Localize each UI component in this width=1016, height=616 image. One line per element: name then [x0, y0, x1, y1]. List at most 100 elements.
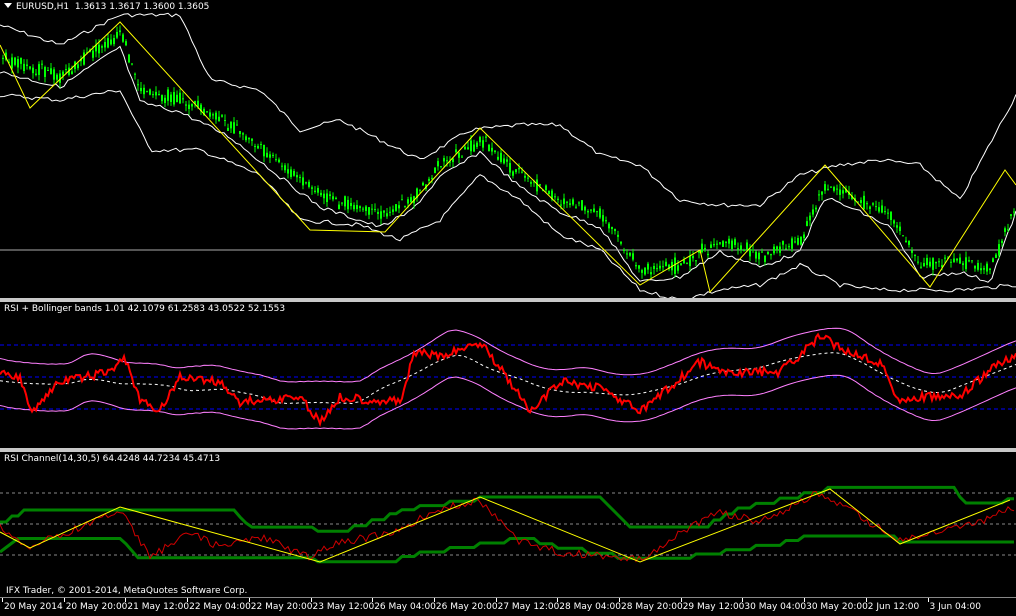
- candle-body: [731, 240, 733, 249]
- candle-body: [875, 206, 877, 208]
- candle-body: [461, 156, 463, 158]
- candle-body: [641, 270, 643, 273]
- candle-body: [662, 266, 664, 268]
- candle-body: [233, 122, 235, 134]
- candle-body: [308, 181, 310, 187]
- candle-body: [317, 187, 319, 193]
- candle-body: [53, 69, 55, 80]
- candle-body: [815, 207, 817, 210]
- candle-body: [254, 145, 256, 147]
- candle-body: [38, 64, 40, 75]
- candle-body: [83, 52, 85, 65]
- candle-body: [65, 69, 67, 71]
- candle-body: [677, 265, 679, 271]
- candle-body: [338, 204, 340, 210]
- candle-body: [71, 71, 73, 75]
- candle-body: [620, 241, 622, 244]
- candle-body: [158, 93, 160, 95]
- candle-body: [515, 169, 517, 173]
- candle-body: [14, 57, 16, 65]
- candle-body: [746, 242, 748, 250]
- candle-body: [503, 158, 505, 164]
- dropdown-triangle-icon[interactable]: [4, 3, 12, 8]
- candle-body: [17, 59, 19, 68]
- candle-body: [950, 261, 952, 263]
- candle-body: [920, 266, 922, 268]
- candle-body: [161, 95, 163, 102]
- price-chart-canvas: [0, 12, 1016, 298]
- candle-body: [224, 119, 226, 121]
- rsi-bollinger-pane[interactable]: RSI + Bollinger bands 1.01 42.1079 61.25…: [0, 302, 1016, 448]
- time-axis-tick: [680, 598, 682, 602]
- candle-body: [887, 212, 889, 214]
- zigzag-line: [0, 21, 1016, 294]
- candle-body: [557, 198, 559, 200]
- candle-body: [323, 193, 325, 199]
- candle-body: [632, 253, 634, 260]
- price-chart-pane[interactable]: EURUSD,H1 1.3613 1.3617 1.3600 1.3605: [0, 0, 1016, 298]
- candle-body: [1001, 240, 1003, 243]
- candle-body: [356, 204, 358, 210]
- candle-body: [569, 203, 571, 205]
- candle-body: [968, 260, 970, 262]
- candle-body: [263, 144, 265, 157]
- candle-body: [962, 263, 964, 266]
- time-axis-label: 30 May 04:00: [744, 602, 807, 612]
- copyright-text: IFX Trader, © 2001-2014, MetaQuotes Soft…: [6, 586, 248, 596]
- candle-body: [335, 197, 337, 199]
- candle-body: [623, 249, 625, 251]
- candle-body: [998, 244, 1000, 256]
- candle-body: [563, 198, 565, 205]
- time-axis-tick: [557, 598, 559, 602]
- candle-body: [935, 261, 937, 264]
- candle-body: [284, 165, 286, 171]
- candle-body: [593, 208, 595, 212]
- candle-body: [485, 136, 487, 138]
- candle-body: [596, 211, 598, 213]
- time-axis-tick: [2, 598, 3, 602]
- candle-body: [521, 171, 523, 173]
- time-axis-label: 20 May 20:00: [65, 602, 128, 612]
- candle-body: [830, 186, 832, 188]
- candle-body: [782, 241, 784, 245]
- candle-body: [923, 263, 925, 267]
- candle-body: [989, 268, 991, 271]
- time-axis-label: 27 May 12:00: [497, 602, 560, 612]
- candle-body: [458, 152, 460, 158]
- candle-body: [128, 54, 130, 63]
- candle-body: [1007, 229, 1009, 231]
- candle-body: [155, 91, 157, 96]
- candle-body: [629, 252, 631, 256]
- candle-body: [437, 161, 439, 167]
- candle-body: [710, 244, 712, 248]
- candle-body: [800, 236, 802, 245]
- rsi-channel-canvas: [0, 485, 1016, 564]
- time-axis-tick: [372, 598, 374, 602]
- time-axis[interactable]: 20 May 2014 20 May 20:00 21 May 12:00 22 Ma…: [0, 597, 1016, 616]
- candle-body: [398, 205, 400, 209]
- candle-body: [314, 190, 316, 193]
- candle-body: [251, 138, 253, 141]
- candle-body: [779, 246, 781, 253]
- candle-body: [986, 263, 988, 272]
- time-axis-tick: [310, 598, 312, 602]
- candle-body: [512, 171, 514, 176]
- candle-body: [353, 205, 355, 210]
- candle-body: [185, 104, 187, 106]
- candle-body: [797, 238, 799, 245]
- candle-body: [767, 251, 769, 255]
- candle-body: [683, 259, 685, 264]
- candle-body: [743, 249, 745, 252]
- candle-body: [914, 254, 916, 257]
- candle-body: [536, 179, 538, 192]
- rsi-channel-title: RSI Channel(14,30,5) 64.4248 44.7234 45.…: [4, 454, 221, 464]
- candle-body: [167, 89, 169, 101]
- candle-body: [455, 149, 457, 153]
- candle-body: [32, 67, 34, 74]
- candle-body: [182, 98, 184, 100]
- candle-body: [119, 30, 121, 33]
- candle-body: [77, 64, 79, 69]
- candle-body: [320, 192, 322, 196]
- candle-body: [659, 265, 661, 269]
- rsi-channel-pane[interactable]: RSI Channel(14,30,5) 64.4248 44.7234 45.…: [0, 452, 1016, 597]
